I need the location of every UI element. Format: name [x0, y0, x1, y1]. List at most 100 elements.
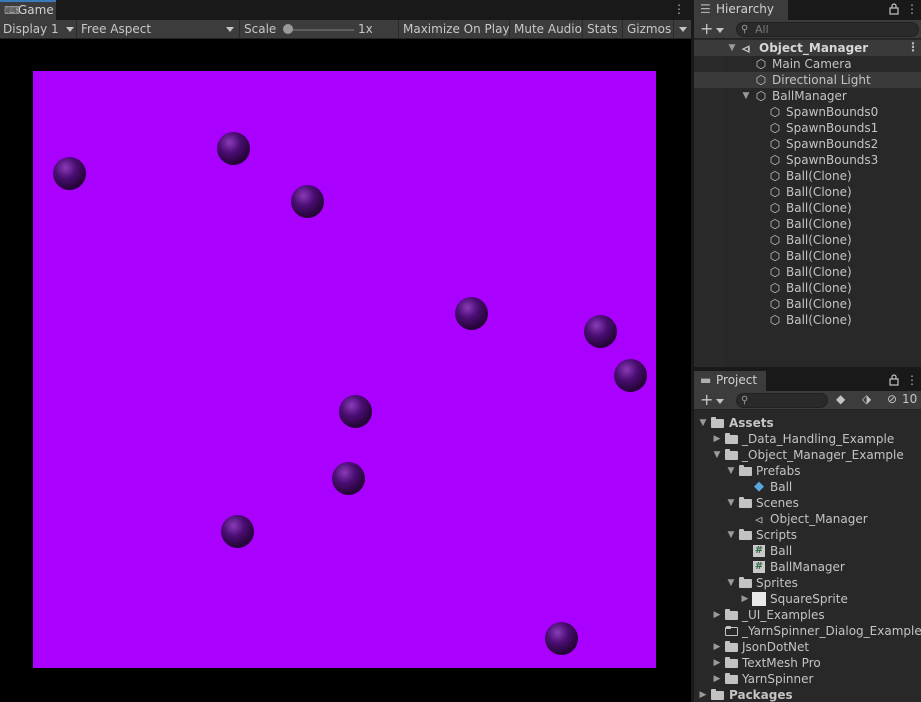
project-item-label: BallManager — [770, 560, 845, 574]
hidden-packages-icon[interactable]: ⊘ — [887, 392, 897, 406]
scale-value: 1x — [358, 22, 373, 36]
hierarchy-item-label: SpawnBounds1 — [786, 121, 879, 135]
hierarchy-item[interactable]: ⬡ SpawnBounds0 — [694, 104, 921, 120]
folder-open-icon — [725, 449, 738, 460]
stats-button[interactable]: Stats — [584, 20, 623, 39]
project-item[interactable]: ▶ SquareSprite — [694, 591, 921, 607]
folder-open-icon — [711, 417, 724, 428]
project-item[interactable]: ▼ Assets — [694, 415, 921, 431]
tab-hierarchy[interactable]: ☰ Hierarchy — [694, 0, 788, 20]
project-search-input[interactable]: ⚲ — [736, 393, 828, 408]
project-item[interactable]: # Ball — [694, 543, 921, 559]
tab-game[interactable]: ⌨Game — [0, 0, 56, 20]
game-canvas[interactable] — [33, 71, 656, 668]
add-object-button[interactable]: + — [700, 20, 713, 39]
gizmos-dropdown[interactable] — [675, 20, 691, 39]
aspect-dropdown[interactable]: Free Aspect — [78, 20, 240, 39]
chevron-down-icon[interactable] — [716, 399, 724, 404]
filter-by-label-icon[interactable]: ⬗ — [862, 392, 871, 406]
fold-right-icon[interactable]: ▶ — [740, 591, 750, 607]
filter-by-type-icon[interactable]: ◆ — [836, 392, 845, 406]
display-dropdown[interactable]: Display 1 — [0, 20, 77, 39]
folder-icon — [725, 609, 738, 620]
project-item[interactable]: ▼ Scripts — [694, 527, 921, 543]
hierarchy-item-label: Ball(Clone) — [786, 233, 852, 247]
gizmos-button[interactable]: Gizmos — [624, 20, 674, 39]
plus-icon: + — [700, 19, 714, 38]
tab-project[interactable]: ▬ Project — [694, 371, 766, 391]
gameobject-cube-icon: ⬡ — [769, 105, 781, 119]
hierarchy-item[interactable]: ⬡ Ball(Clone) — [694, 280, 921, 296]
project-menu-kebab-icon[interactable]: ⋮ — [906, 373, 918, 387]
hierarchy-item[interactable]: ⬡ SpawnBounds3 — [694, 152, 921, 168]
hierarchy-item[interactable]: ⬡ SpawnBounds1 — [694, 120, 921, 136]
project-item[interactable]: ▼ Scenes — [694, 495, 921, 511]
hierarchy-search-input[interactable]: ⚲ All — [736, 22, 919, 37]
game-viewport[interactable] — [0, 40, 691, 702]
folder-open-icon — [739, 529, 752, 540]
fold-right-icon[interactable]: ▶ — [712, 639, 722, 655]
lock-icon[interactable] — [889, 374, 899, 386]
gamepad-icon: ⌨ — [4, 4, 20, 17]
project-item[interactable]: ▶ Packages — [694, 687, 921, 702]
scene-menu-kebab-icon[interactable]: ⋮ — [907, 40, 919, 54]
fold-down-icon[interactable]: ▼ — [726, 495, 736, 511]
fold-down-icon[interactable]: ▼ — [698, 415, 708, 431]
fold-down-icon[interactable]: ▼ — [726, 463, 736, 479]
hierarchy-item[interactable]: ⬡ Ball(Clone) — [694, 312, 921, 328]
hierarchy-item[interactable]: ⬡ Ball(Clone) — [694, 216, 921, 232]
project-item[interactable]: ▶ _UI_Examples — [694, 607, 921, 623]
hierarchy-item[interactable]: ⬡ Ball(Clone) — [694, 200, 921, 216]
gameobject-cube-icon: ⬡ — [769, 233, 781, 247]
project-item[interactable]: ⏿ Object_Manager — [694, 511, 921, 527]
hierarchy-item[interactable]: ⬡ Ball(Clone) — [694, 232, 921, 248]
project-item[interactable]: ▶ JsonDotNet — [694, 639, 921, 655]
fold-down-icon[interactable]: ▼ — [741, 88, 751, 104]
create-asset-button[interactable]: + — [700, 391, 713, 410]
hierarchy-item[interactable]: ⬡ Ball(Clone) — [694, 296, 921, 312]
hierarchy-item[interactable]: ⬡ Ball(Clone) — [694, 248, 921, 264]
hierarchy-item-label: Ball(Clone) — [786, 169, 852, 183]
hierarchy-item[interactable]: ▼ ⬡ BallManager — [694, 88, 921, 104]
hierarchy-item[interactable]: ⬡ Ball(Clone) — [694, 184, 921, 200]
fold-right-icon[interactable]: ▶ — [712, 607, 722, 623]
hierarchy-item[interactable]: ⬡ Main Camera — [694, 56, 921, 72]
hierarchy-search-placeholder: All — [755, 23, 769, 36]
scale-slider-track[interactable] — [284, 29, 354, 31]
hierarchy-item[interactable]: ⬡ SpawnBounds2 — [694, 136, 921, 152]
hierarchy-item[interactable]: ⬡ Directional Light — [694, 72, 921, 88]
project-item[interactable]: ◆ Ball — [694, 479, 921, 495]
fold-down-icon[interactable]: ▼ — [712, 447, 722, 463]
mute-audio-button[interactable]: Mute Audio — [511, 20, 583, 39]
project-item[interactable]: ▼ Sprites — [694, 575, 921, 591]
project-item[interactable]: ▶ _Data_Handling_Example — [694, 431, 921, 447]
gameobject-cube-icon: ⬡ — [769, 313, 781, 327]
lock-icon[interactable] — [889, 3, 899, 15]
fold-right-icon[interactable]: ▶ — [712, 655, 722, 671]
project-item-label: Ball — [770, 480, 793, 494]
hierarchy-item[interactable]: ⬡ Ball(Clone) — [694, 264, 921, 280]
fold-right-icon[interactable]: ▶ — [698, 687, 708, 702]
project-item[interactable]: # BallManager — [694, 559, 921, 575]
project-item[interactable]: ▶ TextMesh Pro — [694, 655, 921, 671]
hierarchy-item[interactable]: ⬡ Ball(Clone) — [694, 168, 921, 184]
project-item[interactable]: ▼ _Object_Manager_Example — [694, 447, 921, 463]
fold-down-icon[interactable]: ▼ — [727, 40, 737, 56]
scale-slider-handle[interactable] — [283, 24, 293, 34]
game-menu-kebab-icon[interactable]: ⋮ — [673, 2, 685, 16]
hierarchy-menu-kebab-icon[interactable]: ⋮ — [906, 2, 918, 16]
fold-right-icon[interactable]: ▶ — [712, 671, 722, 687]
hidden-packages-count: 10 — [902, 392, 918, 406]
project-item[interactable]: ▶ YarnSpinner — [694, 671, 921, 687]
gameobject-cube-icon: ⬡ — [769, 153, 781, 167]
fold-down-icon[interactable]: ▼ — [726, 527, 736, 543]
project-item[interactable]: ▼ Prefabs — [694, 463, 921, 479]
display-dropdown-label: Display 1 — [3, 22, 59, 36]
project-item[interactable]: _YarnSpinner_Dialog_Example — [694, 623, 921, 639]
fold-right-icon[interactable]: ▶ — [712, 431, 722, 447]
chevron-down-icon[interactable] — [716, 28, 724, 33]
folder-icon — [725, 673, 738, 684]
scene-row[interactable]: ▼ ⏿ Object_Manager ⋮ — [694, 40, 921, 56]
fold-down-icon[interactable]: ▼ — [726, 575, 736, 591]
maximize-on-play-button[interactable]: Maximize On Play — [400, 20, 510, 39]
